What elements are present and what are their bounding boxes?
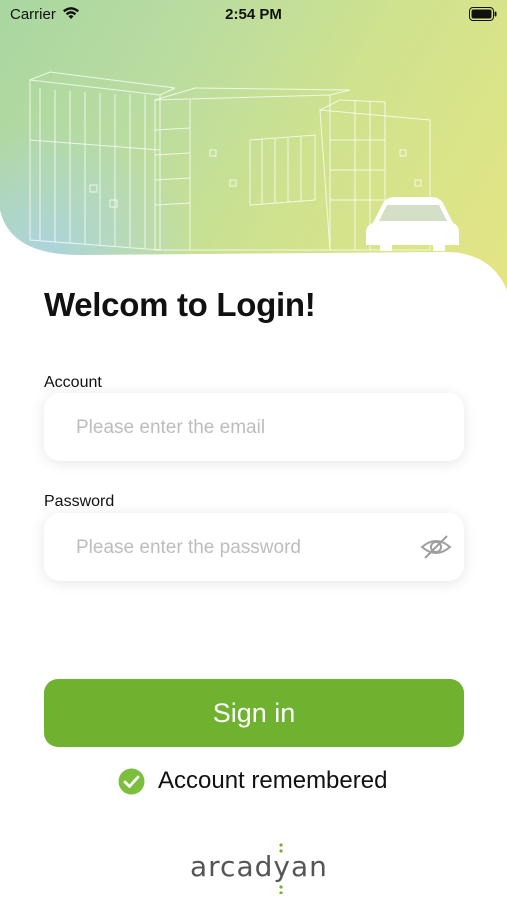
password-field <box>44 513 464 583</box>
account-field <box>44 393 464 463</box>
password-label: Password <box>44 493 115 510</box>
clock: 2:54 PM <box>225 6 282 23</box>
account-label: Account <box>44 374 102 391</box>
check-circle-icon[interactable] <box>118 768 145 795</box>
status-bar: Carrier 2:54 PM <box>0 0 507 30</box>
eye-slash-icon[interactable] <box>420 531 452 563</box>
logo-dots-icon <box>279 843 283 894</box>
email-input[interactable] <box>74 393 408 463</box>
remember-account-toggle[interactable]: Account remembered <box>118 766 387 796</box>
password-input[interactable] <box>74 513 408 583</box>
page-title: Welcom to Login! <box>44 286 316 323</box>
sign-in-button[interactable]: Sign in <box>44 679 464 747</box>
battery-icon <box>469 7 497 25</box>
remember-account-label: Account remembered <box>158 767 388 794</box>
logo-wordmark: arcadyan <box>190 850 328 883</box>
